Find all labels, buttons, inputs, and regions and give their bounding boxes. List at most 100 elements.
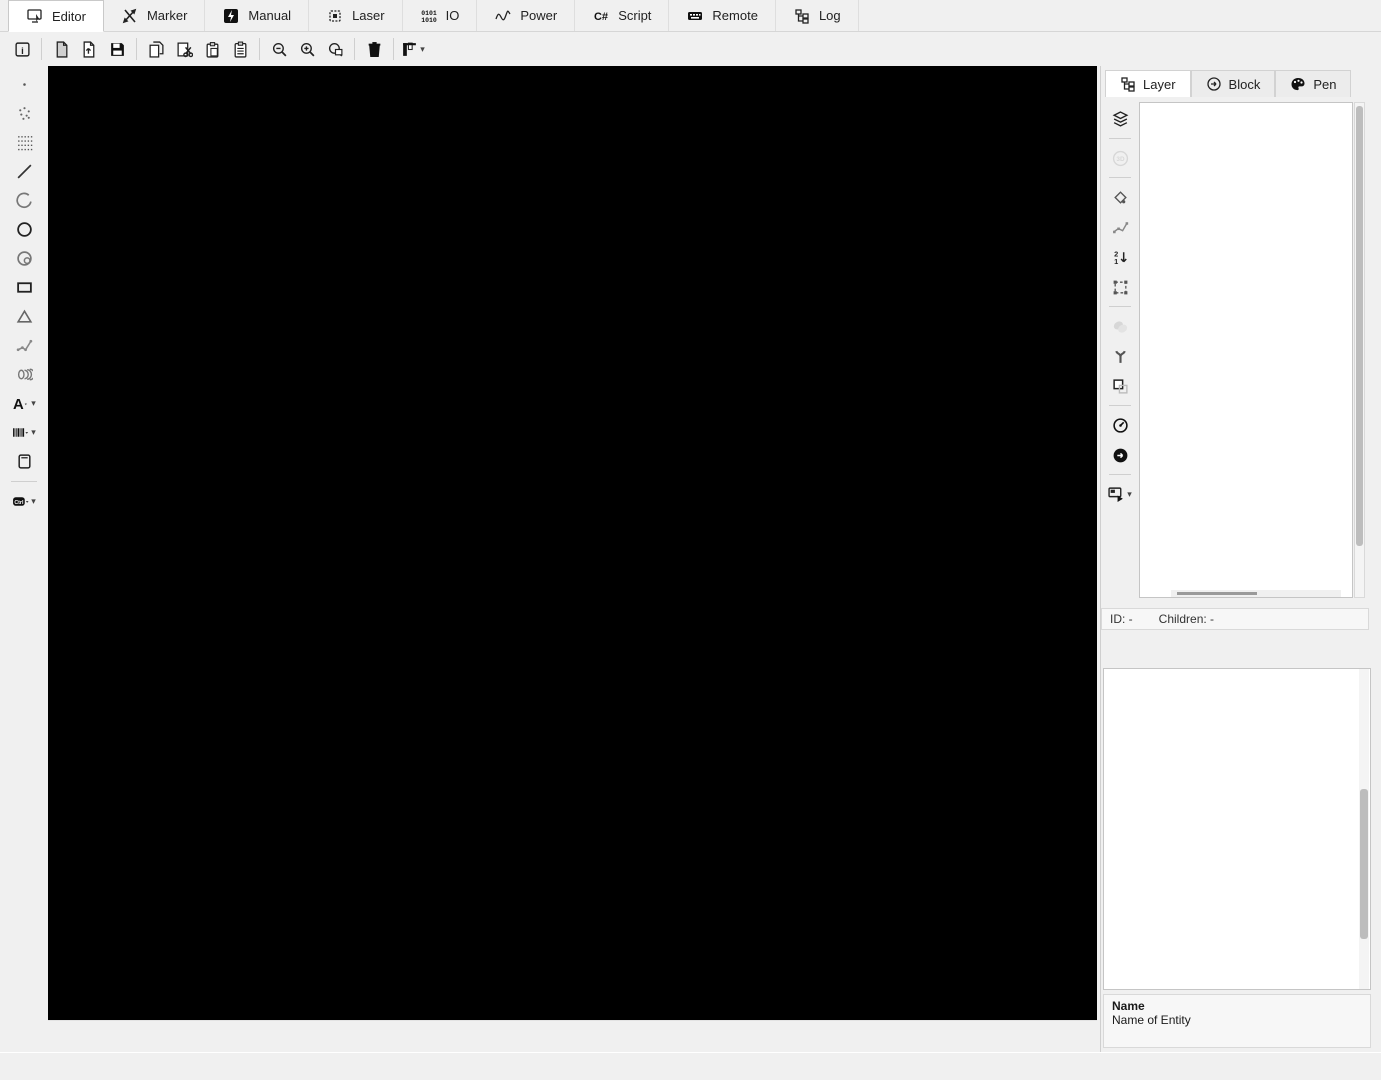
ribbon-tab-manual[interactable]: Manual: [205, 0, 309, 31]
ctrl-icon: Ctrl: [12, 493, 29, 510]
tool-separator: [1109, 177, 1131, 178]
device-status-bar: [0, 1052, 1381, 1080]
property-scrollbar[interactable]: [1359, 669, 1369, 989]
point-tool[interactable]: [4, 70, 44, 99]
polyline-edit-icon: [1112, 219, 1129, 236]
sort-icon: 21: [1112, 249, 1129, 266]
toolbar-separator: [393, 38, 394, 60]
scrollbar-thumb[interactable]: [1356, 106, 1363, 546]
hatch-tool[interactable]: [1105, 313, 1135, 339]
zoom-out-button[interactable]: [265, 35, 293, 63]
paste-button[interactable]: [198, 35, 226, 63]
sort-tool[interactable]: 21: [1105, 244, 1135, 270]
block-icon: [1206, 76, 1222, 92]
manual-icon: [223, 8, 239, 24]
polyline-tool[interactable]: [4, 331, 44, 360]
info-button[interactable]: i: [8, 35, 36, 63]
copy-button[interactable]: [142, 35, 170, 63]
tool-separator: [1109, 138, 1131, 139]
rectangle-tool[interactable]: [4, 273, 44, 302]
text-tool[interactable]: A▾: [4, 389, 44, 418]
dot-grid-tool[interactable]: [4, 128, 44, 157]
branch-icon: [1112, 348, 1129, 365]
tree-tool-strip: 3D 21 ▾: [1103, 104, 1137, 644]
zoom-out-icon: [271, 41, 288, 58]
monitor-play-tool[interactable]: ▾: [1105, 481, 1135, 507]
open-button[interactable]: [75, 35, 103, 63]
ribbon-tab-log[interactable]: Log: [776, 0, 859, 31]
circle-icon: [16, 221, 33, 238]
ribbon-tab-bar: EditorMarkerManualLaser01011010IOPowerC#…: [0, 0, 1381, 32]
ribbon-tab-marker[interactable]: Marker: [104, 0, 205, 31]
panel-tab-layer[interactable]: Layer: [1105, 70, 1191, 97]
transform-tool[interactable]: [1105, 274, 1135, 300]
canvas-viewport[interactable]: [48, 66, 1097, 1020]
overlap-tool[interactable]: [1105, 373, 1135, 399]
scrollbar-thumb[interactable]: [1360, 789, 1368, 939]
disk-tool[interactable]: [4, 244, 44, 273]
dot-grid-icon: [16, 134, 33, 151]
marker-icon: [122, 8, 138, 24]
redo-tool[interactable]: [1105, 442, 1135, 468]
tool-separator: [11, 481, 37, 482]
tree-status-bar: ID: - Children: -: [1101, 608, 1369, 630]
power-icon: [495, 8, 511, 24]
spiral-tool[interactable]: [4, 360, 44, 389]
cut-button[interactable]: [170, 35, 198, 63]
tree-horizontal-scrollbar[interactable]: [1171, 590, 1341, 597]
layers-tool[interactable]: [1105, 106, 1135, 132]
save-button[interactable]: [103, 35, 131, 63]
node-tool[interactable]: [1105, 184, 1135, 210]
panel-tab-block[interactable]: Block: [1191, 70, 1276, 97]
history-tool[interactable]: [1105, 412, 1135, 438]
new-button[interactable]: [47, 35, 75, 63]
editor-status-bar: [48, 1020, 1097, 1050]
redo-icon: [1112, 447, 1129, 464]
triangle-tool[interactable]: [4, 302, 44, 331]
ctrl-tool[interactable]: Ctrl▾: [4, 487, 44, 516]
layer-icon: [1120, 76, 1136, 92]
barcode-tool[interactable]: ▾: [4, 418, 44, 447]
zoom-region-icon: [327, 41, 344, 58]
branch-tool[interactable]: [1105, 343, 1135, 369]
svg-text:i: i: [21, 45, 24, 56]
align-button[interactable]: ▾: [399, 35, 427, 63]
save-icon: [109, 41, 126, 58]
laser-icon: [327, 8, 343, 24]
svg-text:0101: 0101: [421, 10, 437, 17]
trash-button[interactable]: [360, 35, 388, 63]
spiral-icon: [16, 366, 33, 383]
line-tool[interactable]: [4, 157, 44, 186]
disk-icon: [16, 250, 33, 267]
ribbon-tab-io[interactable]: 01011010IO: [403, 0, 478, 31]
view3d-tool[interactable]: 3D: [1105, 145, 1135, 171]
ribbon-tab-remote[interactable]: Remote: [669, 0, 776, 31]
svg-text:1: 1: [1114, 256, 1118, 265]
monitor-play-icon: [1108, 486, 1125, 503]
ribbon-tab-laser[interactable]: Laser: [309, 0, 403, 31]
polyline-edit-tool[interactable]: [1105, 214, 1135, 240]
entity-tree[interactable]: [1139, 102, 1353, 598]
cut-icon: [176, 41, 193, 58]
circle-tool[interactable]: [4, 215, 44, 244]
ribbon-tab-power[interactable]: Power: [477, 0, 575, 31]
tool-separator: [1109, 474, 1131, 475]
card-tool[interactable]: [4, 447, 44, 476]
remote-icon: [687, 8, 703, 24]
zoom-in-icon: [299, 41, 316, 58]
property-grid[interactable]: [1103, 668, 1371, 990]
io-icon: 01011010: [421, 8, 437, 24]
clipboard-list-button[interactable]: [226, 35, 254, 63]
svg-text:Ctrl: Ctrl: [15, 500, 25, 506]
transform-icon: [1112, 279, 1129, 296]
right-panel: LayerBlockPen 3D21▾ ID: - Children: - Na…: [1100, 66, 1381, 1052]
scatter-points-tool[interactable]: [4, 99, 44, 128]
panel-tab-pen[interactable]: Pen: [1275, 70, 1351, 97]
tree-vertical-scrollbar[interactable]: [1354, 102, 1365, 598]
zoom-region-button[interactable]: [321, 35, 349, 63]
scrollbar-thumb[interactable]: [1177, 592, 1257, 595]
arc-tool[interactable]: [4, 186, 44, 215]
ribbon-tab-script[interactable]: C#Script: [575, 0, 669, 31]
ribbon-tab-editor[interactable]: Editor: [8, 0, 104, 32]
zoom-in-button[interactable]: [293, 35, 321, 63]
